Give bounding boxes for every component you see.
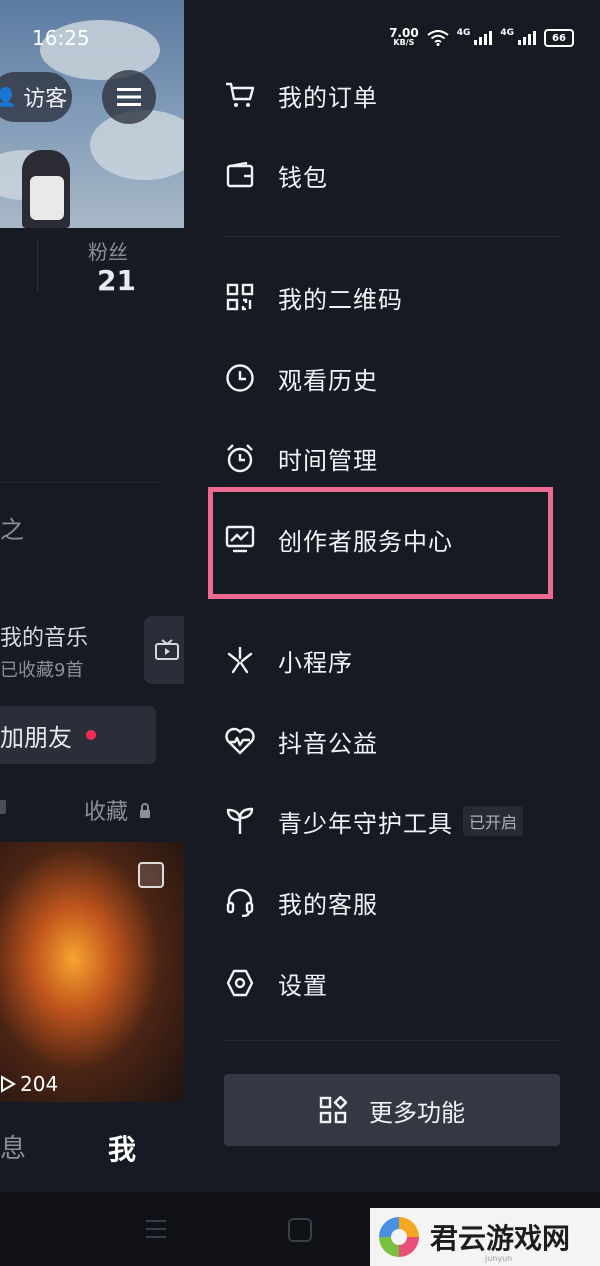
- watermark-logo-icon: [376, 1214, 422, 1260]
- sprout-icon: [224, 805, 256, 837]
- lock-icon: [140, 803, 151, 818]
- net-speed: 7.00 KB/S: [389, 26, 419, 47]
- menu-item-label: 我的订单: [278, 83, 378, 112]
- home-icon[interactable]: [288, 1218, 312, 1242]
- play-count: 204: [0, 1072, 58, 1096]
- visitor-icon: 👤: [0, 86, 18, 108]
- watermark-subtext: junyun: [485, 1254, 513, 1263]
- battery-icon: 66: [544, 29, 574, 47]
- recent-apps-icon[interactable]: [146, 1220, 166, 1238]
- more-features-button[interactable]: 更多功能: [224, 1074, 560, 1146]
- headset-icon: [224, 886, 256, 918]
- menu-item-label: 青少年守护工具: [278, 809, 453, 838]
- net-type-1: 4G: [456, 28, 471, 38]
- fans-label: 粉丝: [88, 240, 128, 264]
- grid-icon: [319, 1096, 347, 1124]
- menu-item-label: 钱包: [278, 163, 328, 192]
- alarm-icon: [224, 442, 256, 474]
- hamburger-icon: [117, 88, 141, 106]
- watermark-text: 君云游戏网: [430, 1222, 571, 1255]
- menu-item-label: 我的客服: [278, 890, 378, 919]
- play-icon: [1, 1075, 16, 1093]
- menu-item-mini-program[interactable]: 小程序: [224, 635, 554, 685]
- menu-button[interactable]: [102, 70, 156, 124]
- settings-icon: [224, 967, 256, 999]
- fans-count[interactable]: 21: [97, 264, 136, 297]
- menu-item-label: 小程序: [278, 648, 353, 677]
- divider: [224, 1040, 560, 1041]
- divider: [0, 482, 158, 483]
- menu-item-label: 抖音公益: [278, 729, 378, 758]
- menu-item-settings[interactable]: 设置: [224, 958, 554, 1008]
- menu-item-wallet[interactable]: 钱包: [224, 150, 554, 200]
- notification-dot: [86, 730, 96, 740]
- screen: 16:25 👤 访客 粉丝 21 之 我的音乐 已收藏9首 加朋友 收藏 204…: [0, 0, 600, 1266]
- wallet-icon: [224, 159, 256, 191]
- my-music-subtitle: 已收藏9首: [0, 660, 84, 681]
- partial-text: 之: [0, 516, 24, 544]
- divider: [224, 236, 560, 237]
- stat-divider: [37, 240, 38, 292]
- menu-item-qrcode[interactable]: 我的二维码: [224, 272, 554, 322]
- menu-item-time-management[interactable]: 时间管理: [224, 433, 554, 483]
- menu-item-customer-service[interactable]: 我的客服: [224, 877, 554, 927]
- multi-image-icon: [138, 862, 164, 888]
- menu-item-label: 时间管理: [278, 446, 378, 475]
- menu-item-label: 设置: [278, 971, 328, 1000]
- status-icons: 7.00 KB/S 4G 4G 66: [389, 26, 574, 48]
- lock-icon: [0, 800, 6, 814]
- collect-label: 收藏: [84, 800, 129, 825]
- add-friend-label: 加朋友: [0, 723, 72, 752]
- signal-icon-2: [518, 31, 536, 45]
- mini-program-icon: [224, 644, 256, 676]
- highlight-box: [208, 487, 553, 599]
- visitor-button[interactable]: 👤 访客: [0, 72, 72, 122]
- clock-icon: [224, 362, 256, 394]
- signal-icon-1: [474, 31, 493, 45]
- menu-item-label: 我的二维码: [278, 285, 403, 314]
- add-friend-button[interactable]: 加朋友: [0, 706, 156, 764]
- tv-icon: [155, 639, 179, 660]
- qrcode-icon: [224, 281, 256, 313]
- status-time: 16:25: [32, 26, 90, 50]
- tab-me[interactable]: 我: [108, 1128, 136, 1168]
- wifi-icon: [427, 30, 449, 46]
- tab-messages[interactable]: 息: [0, 1128, 26, 1165]
- visitor-label: 访客: [23, 87, 68, 112]
- my-music-title[interactable]: 我的音乐: [0, 620, 88, 652]
- menu-item-history[interactable]: 观看历史: [224, 353, 554, 403]
- menu-item-charity[interactable]: 抖音公益: [224, 716, 554, 766]
- heart-icon: [224, 725, 256, 757]
- tab-collect[interactable]: 收藏: [84, 794, 151, 826]
- net-type-2: 4G: [500, 28, 514, 38]
- status-badge: 已开启: [463, 806, 524, 836]
- cart-icon: [224, 79, 256, 111]
- menu-item-label: 观看历史: [278, 366, 378, 395]
- play-count-value: 204: [20, 1072, 59, 1096]
- more-features-label: 更多功能: [369, 1098, 465, 1127]
- menu-item-orders[interactable]: 我的订单: [224, 70, 554, 120]
- menu-item-youth-protection[interactable]: 青少年守护工具 已开启: [224, 796, 554, 846]
